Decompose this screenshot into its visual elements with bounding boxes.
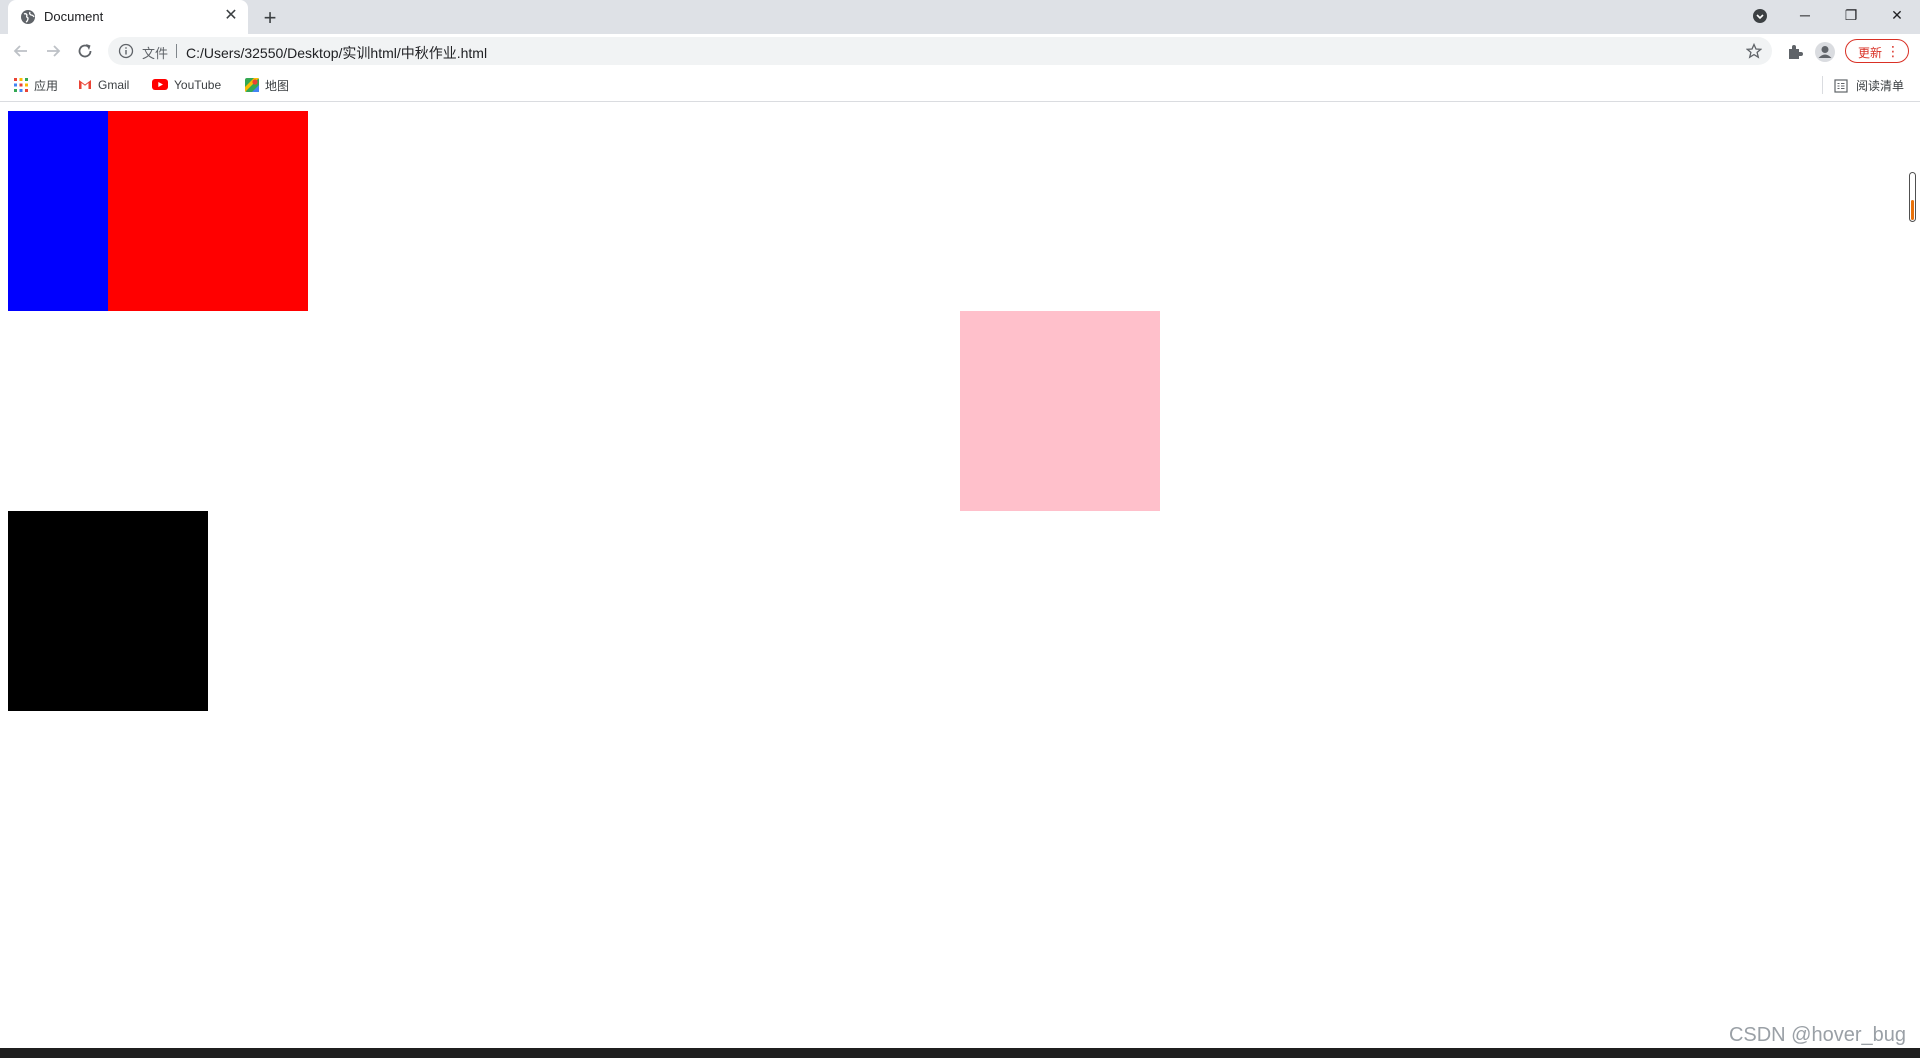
tab-strip: Document ✕ + ─ ❐ ✕ [0, 0, 1920, 34]
maps-icon [245, 78, 259, 92]
reading-list-icon [1834, 79, 1848, 93]
watermark: CSDN @hover_bug [1728, 1024, 1906, 1046]
minimize-button[interactable]: ─ [1782, 0, 1828, 30]
bookmark-maps[interactable]: 地图 [245, 77, 289, 93]
tab-title: Document [44, 9, 104, 24]
update-button[interactable]: 更新 ⋮ [1845, 39, 1909, 63]
divider [176, 44, 177, 58]
address-bar[interactable]: 文件 C:/Users/32550/Desktop/实训html/中秋作业.ht… [108, 37, 1772, 65]
tab-close-button[interactable]: ✕ [222, 7, 240, 25]
pink-box [960, 311, 1160, 511]
apps-grid-icon [14, 78, 28, 92]
black-box [8, 511, 208, 711]
update-label: 更新 [1858, 46, 1883, 60]
toolbar: 文件 C:/Users/32550/Desktop/实训html/中秋作业.ht… [0, 34, 1920, 68]
globe-icon [21, 10, 35, 24]
new-tab-button[interactable]: + [256, 4, 284, 32]
bookmark-gmail[interactable]: Gmail [78, 77, 129, 93]
reading-list-divider [1822, 76, 1823, 94]
page-viewport [0, 102, 1920, 1048]
bookmark-label: Gmail [98, 78, 130, 92]
url-text[interactable]: C:/Users/32550/Desktop/实训html/中秋作业.html [186, 43, 487, 63]
tab-document[interactable]: Document ✕ [8, 0, 248, 34]
extensions-icon[interactable] [1786, 43, 1804, 61]
youtube-icon [152, 79, 168, 90]
close-window-button[interactable]: ✕ [1874, 0, 1920, 30]
info-icon[interactable] [118, 43, 134, 59]
bookmark-youtube[interactable]: YouTube [152, 77, 221, 93]
reading-list-label: 阅读清单 [1856, 79, 1905, 93]
os-taskbar [0, 1048, 1920, 1058]
restore-button[interactable]: ❐ [1828, 0, 1874, 30]
gmail-icon [79, 80, 91, 89]
scroll-thumb[interactable] [1909, 172, 1916, 222]
bookmark-label: 地图 [265, 79, 290, 93]
page-scrollbar[interactable] [1905, 102, 1920, 1048]
profile-avatar-icon[interactable] [1814, 41, 1836, 63]
reload-icon[interactable] [75, 41, 95, 61]
forward-arrow-icon[interactable] [43, 41, 63, 61]
bookmark-label: YouTube [174, 78, 222, 92]
menu-dots-icon[interactable]: ⋮ [1886, 42, 1900, 60]
tab-search-icon[interactable] [1752, 8, 1768, 24]
bookmarks-bar: 应用 Gmail YouTube 地图 [0, 68, 1920, 102]
bookmark-apps[interactable]: 应用 [14, 77, 58, 93]
back-arrow-icon[interactable] [11, 41, 31, 61]
bookmark-label: 应用 [34, 79, 59, 93]
blue-box [8, 111, 108, 311]
reading-list-button[interactable]: 阅读清单 [1834, 77, 1904, 94]
scheme-label: 文件 [142, 46, 169, 61]
bookmark-star-icon[interactable] [1746, 43, 1762, 59]
